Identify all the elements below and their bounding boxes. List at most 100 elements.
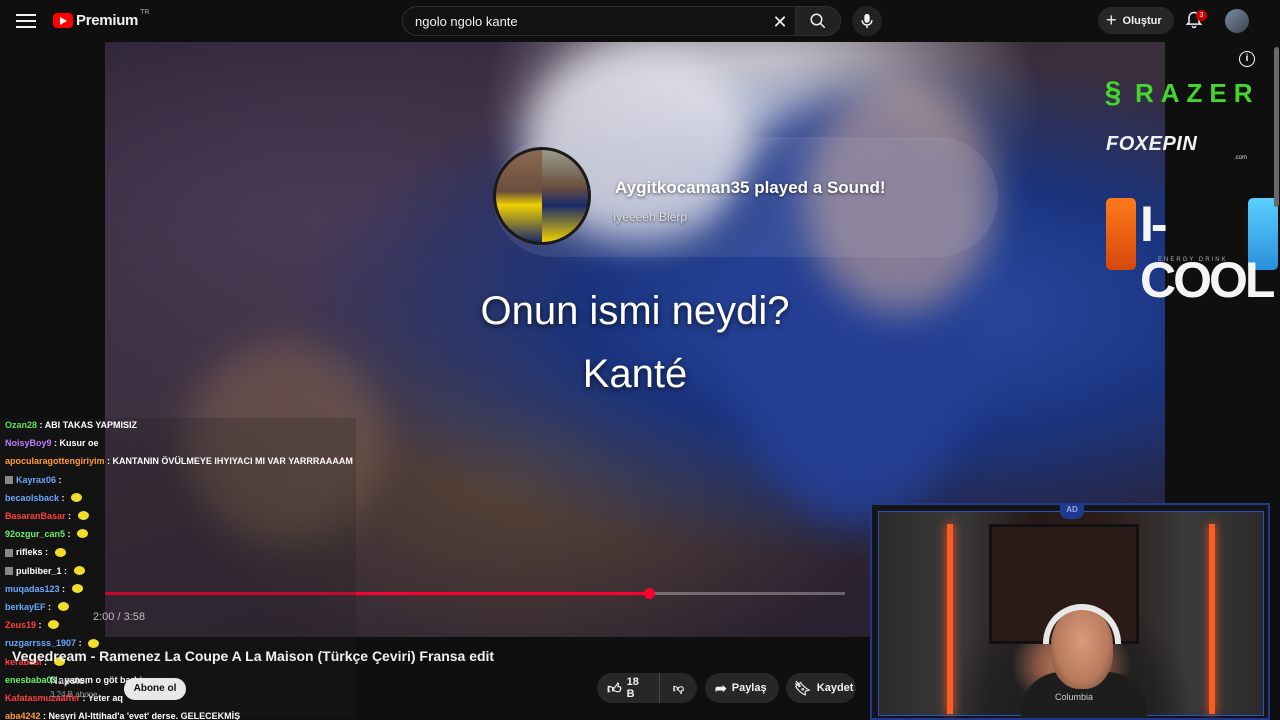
create-label: Oluştur (1122, 14, 1162, 27)
chat-separator: : (56, 474, 62, 485)
search-button[interactable] (795, 6, 841, 36)
sound-alert-subtitle: Iyeeeeh Blerp (613, 210, 688, 224)
stream-chat: Ozan28 : ABI TAKAS YAPMISIZ NoisyBoy9 : K… (0, 418, 356, 720)
video-title: Vegedream - Ramenez La Coupe A La Maison… (12, 648, 495, 664)
icool-wordmark: I-COOL (1140, 196, 1275, 308)
search-input[interactable] (415, 13, 755, 29)
chat-username[interactable]: pulbiber_1 (16, 566, 62, 576)
chat-username[interactable]: ruzgarrsss_1907 (5, 638, 76, 648)
page-scrollbar[interactable] (1272, 42, 1280, 720)
chat-separator: : (36, 620, 45, 631)
sponsor-foxepin: FOXEPIN (1106, 133, 1198, 155)
notification-count-badge: 3 (1196, 10, 1207, 21)
chat-badge-icon (5, 476, 13, 485)
chat-message: Zeus19 : (5, 620, 60, 631)
razer-wordmark: RAZER (1135, 77, 1260, 108)
chat-separator: : (51, 438, 60, 449)
top-bar: Premium TR ✕ + Oluştur 3 (0, 0, 1280, 42)
chat-text: KANTANIN ÖVÜLMEYE IHYIYACI MI VAR YARRRA… (112, 456, 353, 467)
chat-username[interactable]: enesbaba03 (5, 675, 57, 685)
chat-username[interactable]: rifleks (16, 547, 43, 557)
chat-username[interactable]: Ozan28 (5, 420, 37, 430)
neon-light-right (1209, 524, 1215, 714)
streamer-webcam: Columbia AD (870, 503, 1270, 720)
dislike-button[interactable]: 👎︎ (660, 673, 697, 703)
neon-light-left (947, 524, 953, 714)
chat-emote-icon (48, 620, 60, 630)
chat-separator: : (59, 583, 68, 594)
chat-message: ruzgarrsss_1907 : (5, 638, 100, 648)
progress-scrubber[interactable] (643, 588, 655, 599)
chat-message: rifleks : (5, 547, 66, 557)
chat-username[interactable]: berkayEF (5, 602, 46, 612)
chat-message: pulbiber_1 : (5, 566, 85, 576)
chat-separator: : (104, 456, 113, 467)
chat-text: Kusur oe (59, 438, 99, 449)
search-box: ✕ (402, 6, 795, 36)
chat-username[interactable]: apocularagottengiriyim (5, 456, 105, 466)
chat-separator: : (40, 711, 49, 720)
chat-separator: : (42, 547, 51, 558)
share-button[interactable]: ➦ Paylaş (705, 673, 779, 703)
like-button[interactable]: 👍︎ 18 B (597, 673, 660, 703)
share-label: Paylaş (731, 682, 767, 694)
chat-text: Nesyri Al-Ittihad'a 'evet' derse. GELECE… (48, 711, 241, 720)
caption-line-2: Kanté (582, 352, 688, 396)
subscribe-button[interactable]: Abone ol (124, 678, 186, 700)
chat-message: becaolsback : (5, 492, 83, 503)
country-code: TR (140, 9, 150, 16)
create-button[interactable]: + Oluştur (1098, 7, 1174, 34)
chat-username[interactable]: aba4242 (5, 711, 41, 720)
info-icon[interactable]: i (1239, 51, 1255, 67)
voice-search-button[interactable] (852, 6, 882, 36)
chat-message: NoisyBoy9 : Kusur oe (5, 438, 99, 448)
chat-separator: : (37, 420, 45, 430)
logo-text: Premium (76, 12, 139, 29)
razer-snake-logo-icon: § (1104, 76, 1122, 109)
chat-emote-icon (71, 583, 83, 593)
chat-username[interactable]: Zeus19 (5, 620, 36, 630)
chat-emote-icon (77, 511, 89, 521)
chat-separator: : (59, 492, 68, 503)
menu-icon[interactable] (14, 10, 38, 32)
shirt-brand: Columbia (1055, 692, 1094, 702)
chat-separator: : (65, 529, 74, 540)
chat-message: muqadas123 : (5, 584, 83, 594)
chat-username[interactable]: BasaranBasar (5, 511, 66, 521)
chat-username[interactable]: Kayrax06 (16, 475, 56, 485)
chat-emote-icon (54, 547, 66, 557)
chat-username[interactable]: muqadas123 (5, 584, 60, 594)
chat-separator: : (65, 511, 74, 521)
account-avatar[interactable] (1225, 9, 1249, 33)
chat-username[interactable]: NoisyBoy9 (5, 438, 52, 448)
plus-icon: + (1106, 10, 1117, 30)
subscriber-count: 3,24 B abone (50, 690, 98, 699)
chat-message: Kayrax06 : (5, 475, 62, 485)
chat-badge-icon (5, 567, 13, 576)
share-icon: ➦ (715, 679, 727, 696)
chat-emote-icon (71, 492, 83, 502)
chat-separator: : (61, 565, 70, 576)
chat-emote-icon (73, 565, 85, 575)
chat-separator: : (45, 602, 54, 612)
sound-alert-title: Aygitkocaman35 played a Sound! (615, 178, 886, 197)
icool-tagline: ENERGY DRINK (1158, 257, 1228, 263)
thumbs-down-icon: 👎︎ (672, 682, 685, 695)
channel-name[interactable]: Napster (50, 675, 89, 687)
chat-message: BasaranBasar : (5, 511, 89, 521)
like-count: 18 B (626, 676, 639, 700)
chat-emote-icon (88, 638, 100, 648)
chat-username[interactable]: becaolsback (5, 493, 59, 503)
save-button[interactable]: 🔖︎ Kaydet (786, 673, 856, 703)
youtube-premium-logo[interactable]: Premium TR (53, 9, 150, 29)
scrollbar-thumb[interactable] (1274, 47, 1279, 207)
chat-message: 92ozgur_can5 : (5, 529, 89, 540)
chat-emote-icon (77, 529, 89, 539)
microphone-icon (861, 13, 873, 29)
chat-username[interactable]: 92ozgur_can5 (5, 529, 65, 539)
youtube-watch-page: Premium TR ✕ + Oluştur 3 Aygitkocaman35 … (0, 0, 1280, 720)
clear-search-icon[interactable]: ✕ (769, 11, 791, 33)
like-dislike-group: 👍︎ 18 B 👎︎ (597, 673, 697, 703)
icool-can-orange (1106, 198, 1136, 270)
chat-message: apocularagottengiriyim : KANTANIN ÖVÜLME… (5, 456, 353, 466)
